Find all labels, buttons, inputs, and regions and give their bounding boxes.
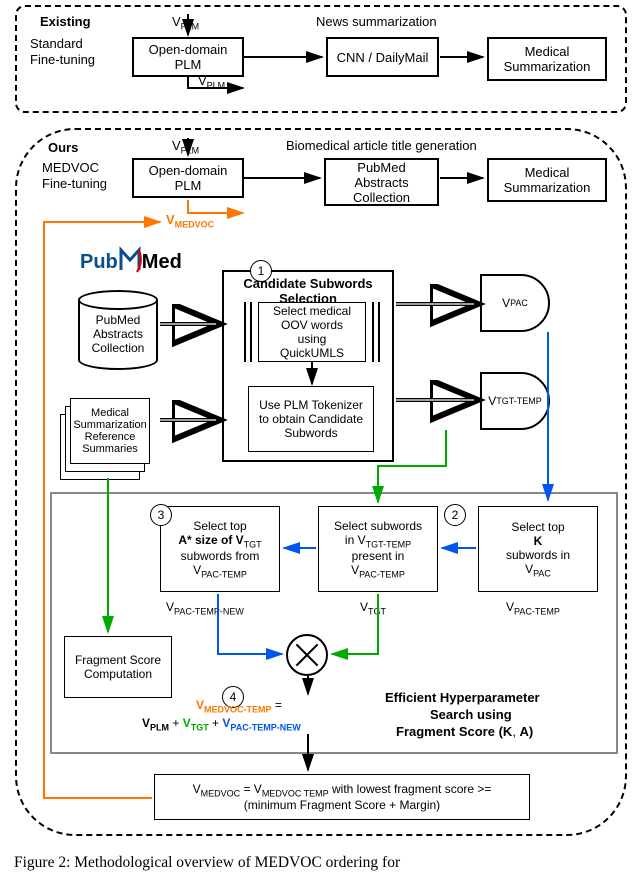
existing-subtitle-1: Standard xyxy=(30,36,83,51)
vtgt-temp-vocab: VTGT-TEMP xyxy=(480,372,550,430)
vpac-vocab: VPAC xyxy=(480,274,550,332)
vpac-temp-new-label: VPAC-TEMP-NEW xyxy=(166,600,244,616)
open-domain-plm-box-ours: Open-domain PLM xyxy=(132,158,244,198)
cnn-box: CNN / DailyMail xyxy=(326,37,439,77)
vmedvoc-label: VMEDVOC xyxy=(166,212,214,230)
vtgt-label: VTGT xyxy=(360,600,386,616)
pubmed-logo: PubMed xyxy=(80,246,182,274)
fragment-score-box: Fragment Score Computation xyxy=(64,636,172,698)
medical-sum-box-existing: Medical Summarization xyxy=(487,37,607,81)
vmedvoc-eq-line2: VPLM + VTGT + VPAC-TEMP-NEW xyxy=(142,716,301,732)
vpac-temp-label: VPAC-TEMP xyxy=(506,600,560,616)
ref-summaries-pages: Medical Summarization Reference Summarie… xyxy=(60,398,150,478)
vplm-top-label: VPLM xyxy=(172,14,199,32)
existing-subtitle-2: Fine-tuning xyxy=(30,52,95,67)
pubmed-db: PubMed Abstracts Collection xyxy=(78,290,158,370)
existing-title: Existing xyxy=(40,14,91,29)
hps-box-c: Select top A* size of VTGT subwords from… xyxy=(160,506,280,592)
step-3: 3 xyxy=(150,504,172,526)
news-sum-label: News summarization xyxy=(316,14,437,29)
merge-circle xyxy=(286,634,328,676)
open-domain-plm-box-existing: Open-domain PLM xyxy=(132,37,244,77)
hps-box-a: Select top K subwords in VPAC xyxy=(478,506,598,592)
ours-subtitle-2: Fine-tuning xyxy=(42,176,107,191)
pubmed-abs-box: PubMed Abstracts Collection xyxy=(324,158,439,206)
step-1: 1 xyxy=(250,260,272,282)
vplm-ours-label: VPLM xyxy=(172,138,199,156)
ours-subtitle-1: MEDVOC xyxy=(42,160,99,175)
medical-sum-box-ours: Medical Summarization xyxy=(487,158,607,202)
figure-caption: Figure 2: Methodological overview of MED… xyxy=(14,854,632,872)
final-output-box: VMEDVOC = VMEDVOC TEMP with lowest fragm… xyxy=(154,774,530,820)
hps-title-2: Search using xyxy=(430,707,512,722)
hps-box-b: Select subwords in VTGT-TEMP present in … xyxy=(318,506,438,592)
hps-title-3: Fragment Score (K, A) xyxy=(396,724,533,739)
cand-inner-2: Use PLM Tokenizer to obtain Candidate Su… xyxy=(248,386,374,452)
vmedvoc-temp-eq: VMEDVOC-TEMP = xyxy=(196,698,282,714)
cand-inner-1: Select medical OOV words using QuickUMLS xyxy=(258,302,366,362)
bio-title-label: Biomedical article title generation xyxy=(286,138,477,153)
step-2: 2 xyxy=(444,504,466,526)
hps-title-1: Efficient Hyperparameter xyxy=(385,690,540,705)
ours-title: Ours xyxy=(48,140,78,155)
